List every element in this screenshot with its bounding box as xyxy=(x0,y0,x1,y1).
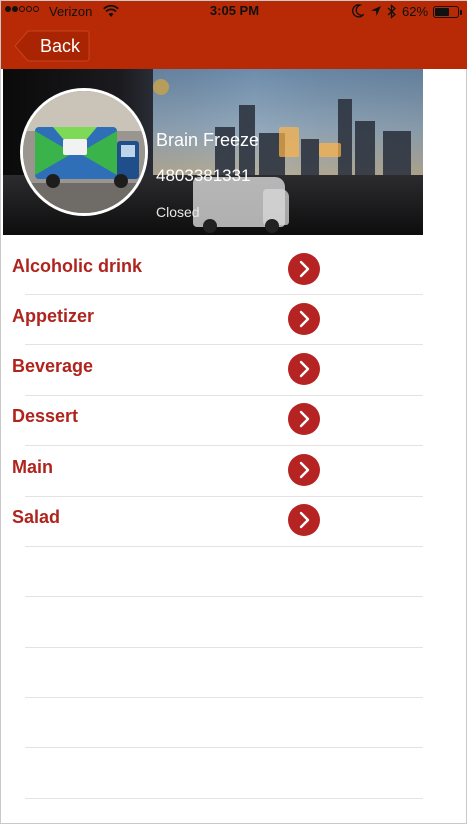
row-divider xyxy=(25,596,423,597)
bluetooth-icon xyxy=(387,4,396,19)
category-row-appetizer[interactable]: Appetizer xyxy=(1,294,467,344)
truck-open-status: Closed xyxy=(156,204,200,220)
row-divider xyxy=(25,798,423,799)
category-row-beverage[interactable]: Beverage xyxy=(1,344,467,394)
chevron-right-icon[interactable] xyxy=(288,303,320,335)
category-label: Dessert xyxy=(12,406,79,426)
row-divider xyxy=(25,747,423,748)
category-label: Salad xyxy=(12,507,61,527)
category-label: Appetizer xyxy=(12,306,95,326)
truck-phone[interactable]: 4803381331 xyxy=(156,166,251,186)
back-button[interactable]: Back xyxy=(14,30,90,62)
status-bar: Verizon 3:05 PM 62% xyxy=(1,1,467,23)
navigation-bar: Verizon 3:05 PM 62% Back xyxy=(1,1,467,69)
sign-pole xyxy=(153,79,169,95)
truck-avatar xyxy=(20,88,148,216)
category-row-dessert[interactable]: Dessert xyxy=(1,394,467,444)
category-label: Main xyxy=(12,457,54,477)
moon-icon xyxy=(352,4,364,18)
clock: 3:05 PM xyxy=(209,3,260,18)
truck-name: Brain Freeze xyxy=(156,130,260,150)
category-row-main[interactable]: Main xyxy=(1,445,467,495)
category-row-salad[interactable]: Salad xyxy=(1,495,467,545)
battery-percent: 62% xyxy=(402,4,429,19)
chevron-right-icon[interactable] xyxy=(288,454,320,486)
chevron-right-icon[interactable] xyxy=(288,504,320,536)
chevron-right-icon[interactable] xyxy=(288,353,320,385)
category-label: Beverage xyxy=(12,356,94,376)
row-divider xyxy=(25,546,423,547)
category-row-alcoholic-drink[interactable]: Alcoholic drink xyxy=(1,244,467,294)
chevron-right-icon[interactable] xyxy=(288,253,320,285)
back-button-label: Back xyxy=(40,36,81,56)
location-arrow-icon xyxy=(371,6,381,16)
app-frame: Verizon 3:05 PM 62% Back Brain Freeze 48… xyxy=(0,0,467,824)
battery-fill xyxy=(435,8,449,16)
row-divider xyxy=(25,647,423,648)
row-divider xyxy=(25,697,423,698)
category-label: Alcoholic drink xyxy=(12,256,143,276)
chevron-right-icon[interactable] xyxy=(288,403,320,435)
battery-icon xyxy=(433,6,462,18)
